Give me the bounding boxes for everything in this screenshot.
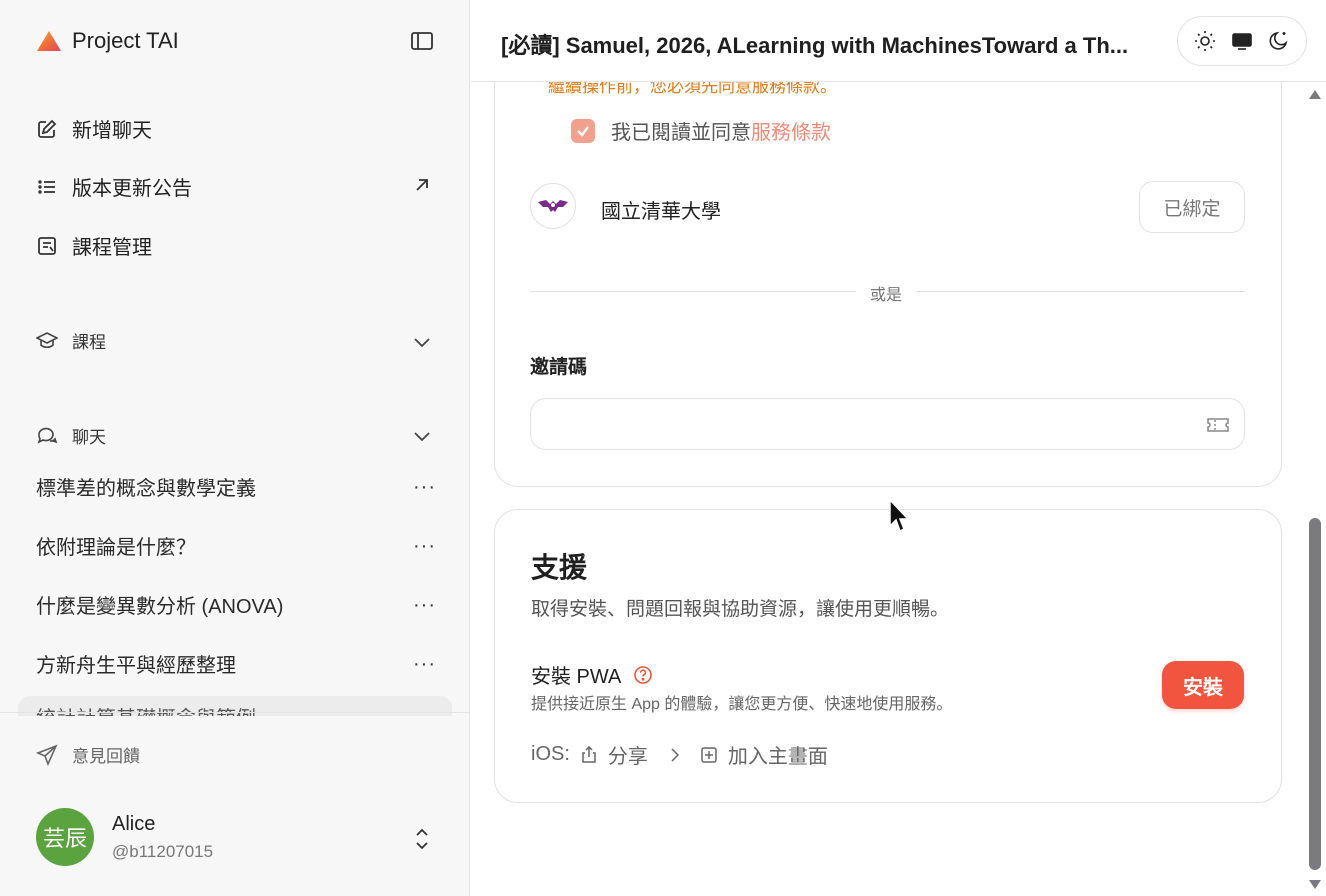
list-icon bbox=[38, 179, 55, 194]
nav-label: 版本更新公告 bbox=[72, 178, 192, 200]
send-icon bbox=[36, 744, 58, 766]
agree-label: 我已閱讀並同意服務條款 bbox=[611, 116, 831, 145]
list-item[interactable]: 方新舟生平與經歷整理 ··· bbox=[36, 649, 436, 678]
divider bbox=[0, 712, 470, 713]
theme-switcher bbox=[1177, 16, 1307, 66]
invite-code-input[interactable] bbox=[547, 411, 1187, 439]
nav-release-notes[interactable]: 版本更新公告 bbox=[36, 172, 192, 201]
support-title: 支援 bbox=[531, 552, 588, 583]
list-item[interactable]: 統計計算基礎概念與範例 bbox=[18, 696, 452, 716]
agree-prefix: 我已閱讀並同意 bbox=[611, 122, 751, 144]
or-divider: 或是 bbox=[530, 281, 1245, 304]
share-icon bbox=[580, 745, 598, 764]
nav-new-chat[interactable]: 新增聊天 bbox=[36, 114, 152, 143]
more-icon[interactable]: ··· bbox=[413, 654, 436, 674]
divider-right bbox=[917, 291, 1245, 292]
moon-icon[interactable] bbox=[1265, 27, 1293, 55]
main-panel: [必讀] Samuel, 2026, ALearning with Machin… bbox=[471, 0, 1326, 896]
help-icon[interactable] bbox=[633, 665, 653, 685]
chevron-up-down-icon[interactable] bbox=[412, 826, 432, 852]
check-icon bbox=[577, 125, 589, 137]
chat-title: 統計計算基礎概念與範例 bbox=[36, 702, 256, 716]
more-icon[interactable]: ··· bbox=[413, 595, 436, 615]
section-courses-label: 課程 bbox=[72, 333, 106, 352]
more-icon[interactable]: ··· bbox=[413, 477, 436, 497]
section-courses[interactable]: 課程 bbox=[36, 328, 106, 353]
add-home-label: 加入主畫面 bbox=[727, 746, 828, 768]
edit-icon bbox=[38, 119, 57, 138]
list-item[interactable]: 標準差的概念與數學定義 ··· bbox=[36, 472, 436, 501]
pwa-description: 提供接近原生 App 的體驗，讓您更方便、快速地使用服務。 bbox=[531, 696, 953, 713]
user-menu[interactable]: 芸辰 Alice @b11207015 bbox=[36, 808, 213, 866]
bound-button[interactable]: 已綁定 bbox=[1139, 181, 1245, 233]
chat-title: 什麼是變異數分析 (ANOVA) bbox=[36, 596, 284, 618]
chevron-down-icon[interactable] bbox=[412, 426, 432, 446]
external-link-icon[interactable] bbox=[412, 175, 432, 195]
pwa-title: 安裝 PWA bbox=[531, 660, 653, 689]
terms-link[interactable]: 服務條款 bbox=[751, 122, 831, 144]
invite-code-label: 邀請碼 bbox=[530, 357, 588, 378]
support-description: 取得安裝、問題回報與協助資源，讓使用更順暢。 bbox=[531, 599, 950, 620]
chevron-right-icon bbox=[666, 746, 684, 764]
pwa-title-text: 安裝 PWA bbox=[531, 666, 622, 688]
ios-instructions: iOS: 分享 加入主畫面 bbox=[531, 740, 828, 769]
user-name: Alice bbox=[112, 812, 156, 835]
or-label: 或是 bbox=[870, 287, 903, 304]
brand[interactable]: Project TAI bbox=[36, 28, 179, 54]
sidebar-toggle-icon[interactable] bbox=[410, 30, 434, 52]
sidebar: Project TAI 新增聊天 版本更新公告 課程管理 課程 聊天 標準差的概… bbox=[0, 0, 470, 896]
add-square-icon bbox=[700, 746, 718, 764]
support-card: 支援 取得安裝、問題回報與協助資源，讓使用更順暢。 安裝 PWA 提供接近原生 … bbox=[494, 509, 1282, 803]
chat-title: 依附理論是什麼？ bbox=[36, 537, 196, 559]
install-button[interactable]: 安裝 bbox=[1162, 661, 1244, 709]
feedback-label: 意見回饋 bbox=[72, 747, 140, 766]
list-item[interactable]: 依附理論是什麼？ ··· bbox=[36, 531, 436, 560]
scrollbar[interactable] bbox=[1304, 84, 1326, 896]
chat-icon bbox=[37, 427, 58, 444]
ticket-icon bbox=[1206, 415, 1230, 435]
scroll-down-arrow-icon[interactable] bbox=[1308, 879, 1322, 891]
university-logo bbox=[530, 183, 576, 229]
user-handle: @b11207015 bbox=[112, 841, 214, 861]
invite-code-field[interactable] bbox=[530, 398, 1245, 450]
agree-terms-row: 我已閱讀並同意服務條款 bbox=[571, 116, 831, 145]
chevron-down-icon[interactable] bbox=[412, 332, 432, 352]
university-name: 國立清華大學 bbox=[601, 201, 721, 223]
scroll-thumb[interactable] bbox=[1309, 518, 1321, 870]
chat-title: 標準差的概念與數學定義 bbox=[36, 478, 256, 500]
chat-title: 方新舟生平與經歷整理 bbox=[36, 655, 236, 677]
university-binding: 國立清華大學 已綁定 bbox=[530, 181, 1246, 233]
graduation-cap-icon bbox=[36, 331, 58, 348]
sun-icon[interactable] bbox=[1191, 27, 1219, 55]
topbar: [必讀] Samuel, 2026, ALearning with Machin… bbox=[471, 0, 1326, 82]
nav-label: 新增聊天 bbox=[72, 120, 152, 142]
nav-label: 課程管理 bbox=[72, 237, 152, 259]
ios-label: iOS: bbox=[531, 743, 570, 765]
manage-icon bbox=[38, 236, 56, 255]
list-item[interactable]: 什麼是變異數分析 (ANOVA) ··· bbox=[36, 590, 436, 619]
more-icon[interactable]: ··· bbox=[413, 536, 436, 556]
agree-checkbox[interactable] bbox=[571, 118, 595, 143]
nav-course-management[interactable]: 課程管理 bbox=[36, 231, 152, 260]
page-title: [必讀] Samuel, 2026, ALearning with Machin… bbox=[501, 33, 1129, 58]
section-chats[interactable]: 聊天 bbox=[36, 423, 106, 448]
section-chats-label: 聊天 bbox=[72, 428, 106, 447]
mouse-cursor-icon bbox=[889, 499, 910, 533]
brand-name: Project TAI bbox=[72, 28, 179, 53]
logo-icon bbox=[37, 31, 61, 51]
divider-left bbox=[530, 291, 856, 292]
share-label: 分享 bbox=[607, 746, 648, 768]
monitor-icon[interactable] bbox=[1228, 27, 1256, 55]
feedback-button[interactable]: 意見回饋 bbox=[36, 742, 140, 767]
scroll-up-arrow-icon[interactable] bbox=[1308, 88, 1322, 100]
avatar: 芸辰 bbox=[36, 808, 94, 866]
